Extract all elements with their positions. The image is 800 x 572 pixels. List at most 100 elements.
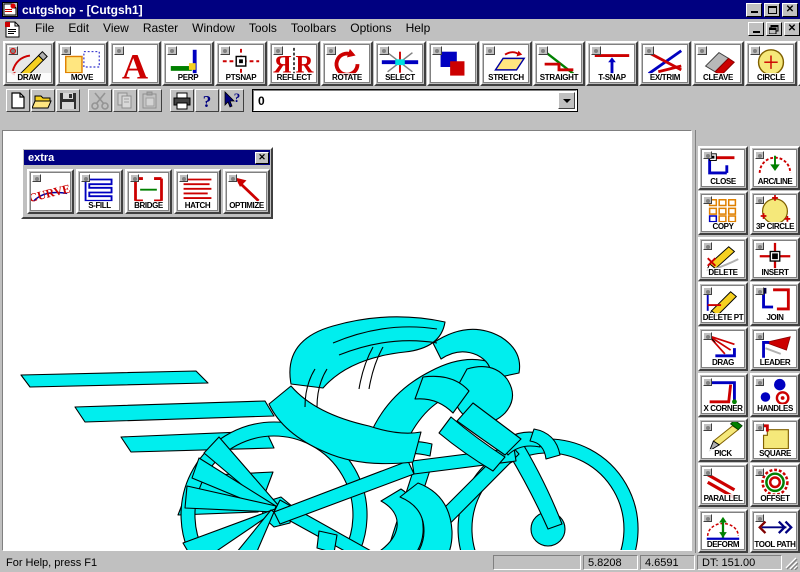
panel-button-delete[interactable]: Delete bbox=[698, 237, 748, 281]
panel-button-arcline[interactable]: Arc/Line bbox=[750, 146, 800, 190]
palette-label-bridge: Bridge bbox=[129, 201, 168, 210]
menu-item-file[interactable]: File bbox=[28, 20, 61, 38]
toolbar-button-tsnap[interactable]: T-Snap bbox=[586, 41, 638, 86]
toolbar-label-extrim: Ex/Trim bbox=[643, 73, 687, 82]
svg-text:?: ? bbox=[234, 90, 241, 105]
toolbar-button-circle[interactable]: Circle bbox=[745, 41, 797, 86]
panel-button-offset[interactable]: Offset bbox=[750, 463, 800, 507]
palette-button-curve[interactable]: CURVE bbox=[27, 169, 74, 214]
panel-button-parallel[interactable]: Parallel bbox=[698, 463, 748, 507]
menu-item-tools[interactable]: Tools bbox=[242, 20, 284, 38]
menu-item-help[interactable]: Help bbox=[399, 20, 438, 38]
toolbar-button-text[interactable]: A bbox=[109, 41, 161, 86]
drawing-canvas-frame[interactable]: extra ✕ CURVE bbox=[2, 130, 692, 551]
toolbar-button-select[interactable]: Select bbox=[374, 41, 426, 86]
toolbar-label-perp: Perp bbox=[166, 73, 210, 82]
menu-item-toolbars[interactable]: Toolbars bbox=[284, 20, 343, 38]
maximize-button[interactable] bbox=[764, 3, 780, 17]
toolbar-button-extrim[interactable]: Ex/Trim bbox=[639, 41, 691, 86]
toolbar-label-reflect: Reflect bbox=[272, 73, 316, 82]
toolbar-button-ptsnap[interactable]: PtSnap bbox=[215, 41, 267, 86]
palette-button-optimize[interactable]: Optimize bbox=[223, 169, 270, 214]
toolbar-label-rotate: Rotate bbox=[325, 73, 369, 82]
resize-grip[interactable] bbox=[784, 556, 798, 570]
layer-combo-box[interactable]: 0 bbox=[253, 90, 577, 111]
menu-item-raster[interactable]: Raster bbox=[136, 20, 185, 38]
menu-bar: File Edit View Raster Window Tools Toolb… bbox=[0, 19, 800, 39]
print-button[interactable] bbox=[170, 89, 194, 112]
panel-button-close[interactable]: Close bbox=[698, 146, 748, 190]
about-button[interactable]: ? bbox=[195, 89, 219, 112]
panel-label-offset: Offset bbox=[754, 494, 796, 503]
panel-button-join[interactable]: Join bbox=[750, 282, 800, 326]
panel-button-toolpath[interactable]: Tool Path bbox=[750, 509, 800, 553]
extra-palette-title: extra bbox=[28, 152, 54, 164]
status-x-coordinate: 5.8208 bbox=[583, 555, 638, 570]
mdi-close-button[interactable]: ✕ bbox=[784, 22, 800, 36]
palette-button-bridge[interactable]: Bridge bbox=[125, 169, 172, 214]
toolbar-button-reflect[interactable]: RR Reflect bbox=[268, 41, 320, 86]
main-toolbar: Draw Move A Perp bbox=[0, 39, 800, 87]
chevron-down-icon[interactable] bbox=[558, 92, 575, 109]
panel-label-drag: Drag bbox=[702, 358, 744, 367]
panel-label-square: Square bbox=[754, 449, 796, 458]
copy-button[interactable] bbox=[113, 89, 137, 112]
status-dt-value: DT: 151.00 bbox=[697, 555, 782, 570]
svg-text:A: A bbox=[122, 46, 148, 83]
extra-palette[interactable]: extra ✕ CURVE bbox=[21, 147, 273, 219]
panel-button-insert[interactable]: Insert bbox=[750, 237, 800, 281]
panel-label-copy: Copy bbox=[702, 222, 744, 231]
paste-button[interactable] bbox=[138, 89, 162, 112]
toolbar-button-straight[interactable]: Straight bbox=[533, 41, 585, 86]
panel-label-handles: Handles bbox=[754, 404, 796, 413]
toolbar-button-stretch[interactable]: Stretch bbox=[480, 41, 532, 86]
context-help-button[interactable]: ? bbox=[220, 89, 244, 112]
mdi-restore-button[interactable] bbox=[766, 22, 782, 36]
status-message: For Help, press F1 bbox=[2, 557, 493, 569]
panel-button-square[interactable]: Square bbox=[750, 418, 800, 462]
toolbar-button-draw[interactable]: Draw bbox=[3, 41, 55, 86]
panel-button-deform[interactable]: Deform bbox=[698, 509, 748, 553]
panel-button-xcorner[interactable]: X Corner bbox=[698, 373, 748, 417]
palette-button-hatch[interactable]: Hatch bbox=[174, 169, 221, 214]
panel-label-delete-pt: Delete pt bbox=[702, 313, 744, 322]
document-menu-icon[interactable] bbox=[4, 21, 22, 38]
extra-palette-close-button[interactable]: ✕ bbox=[255, 152, 269, 164]
panel-label-toolpath: Tool Path bbox=[754, 540, 796, 549]
panel-button-handles[interactable]: Handles bbox=[750, 373, 800, 417]
svg-text:?: ? bbox=[203, 92, 212, 111]
window-title-bar: cutgshop - [Cutgsh1] ✕ bbox=[0, 0, 800, 19]
new-file-button[interactable] bbox=[6, 89, 30, 112]
toolbar-label-tsnap: T-Snap bbox=[590, 73, 634, 82]
open-folder-button[interactable] bbox=[31, 89, 55, 112]
extra-palette-title-bar: extra ✕ bbox=[24, 150, 270, 165]
toolbar-button-layers[interactable] bbox=[427, 41, 479, 86]
minimize-button[interactable] bbox=[746, 3, 762, 17]
menu-item-view[interactable]: View bbox=[96, 20, 136, 38]
panel-button-pick[interactable]: Pick bbox=[698, 418, 748, 462]
save-file-button[interactable] bbox=[56, 89, 80, 112]
close-button[interactable]: ✕ bbox=[782, 3, 798, 17]
cut-button[interactable] bbox=[88, 89, 112, 112]
panel-button-leader[interactable]: Leader bbox=[750, 327, 800, 371]
toolbar-button-move[interactable]: Move bbox=[56, 41, 108, 86]
status-bar: For Help, press F1 5.8208 4.6591 DT: 151… bbox=[0, 553, 800, 572]
mdi-minimize-button[interactable] bbox=[748, 22, 764, 36]
menu-item-window[interactable]: Window bbox=[185, 20, 242, 38]
panel-button-3pcircle[interactable]: 3P Circle bbox=[750, 191, 800, 235]
panel-button-drag[interactable]: Drag bbox=[698, 327, 748, 371]
panel-button-delete-pt[interactable]: Delete pt bbox=[698, 282, 748, 326]
toolbar-label-circle: Circle bbox=[749, 73, 793, 82]
menu-item-edit[interactable]: Edit bbox=[61, 20, 96, 38]
toolbar-button-perp[interactable]: Perp bbox=[162, 41, 214, 86]
toolbar-button-cleave[interactable]: Cleave bbox=[692, 41, 744, 86]
panel-label-deform: Deform bbox=[702, 540, 744, 549]
menu-item-options[interactable]: Options bbox=[343, 20, 398, 38]
toolbar-label-move: Move bbox=[60, 73, 104, 82]
panel-button-copy[interactable]: Copy bbox=[698, 191, 748, 235]
palette-button-sfill[interactable]: S-Fill bbox=[76, 169, 123, 214]
toolbar-label-draw: Draw bbox=[7, 73, 51, 82]
toolbar-button-rotate[interactable]: Rotate bbox=[321, 41, 373, 86]
panel-label-delete: Delete bbox=[702, 268, 744, 277]
application-window: cutgshop - [Cutgsh1] ✕ File Edit View Ra… bbox=[0, 0, 800, 572]
